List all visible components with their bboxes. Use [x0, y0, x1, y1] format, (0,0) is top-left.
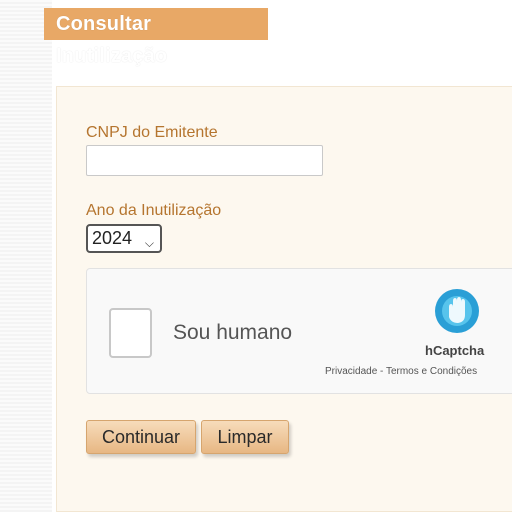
hcaptcha-hand-icon [435, 289, 479, 333]
ano-select[interactable]: 2024 ⌵ [86, 224, 162, 253]
chevron-down-icon: ⌵ [144, 236, 154, 250]
hcaptcha-widget: Sou humano hCaptcha Privacidade - Termos… [86, 268, 512, 394]
continuar-button[interactable]: Continuar [86, 420, 196, 454]
captcha-checkbox-label: Sou humano [173, 321, 293, 344]
hcaptcha-brand: hCaptcha [425, 343, 485, 358]
ano-select-value: 2024 [92, 228, 133, 248]
limpar-button[interactable]: Limpar [201, 420, 289, 454]
ano-label: Ano da Inutilização [86, 202, 222, 219]
captcha-checkbox[interactable] [109, 308, 152, 358]
page-background-strip [0, 0, 52, 512]
cnpj-label: CNPJ do Emitente [86, 124, 218, 141]
page-title: Consultar Inutilização [44, 8, 268, 67]
cnpj-input[interactable] [86, 145, 323, 176]
hcaptcha-links[interactable]: Privacidade - Termos e Condições [325, 366, 477, 377]
